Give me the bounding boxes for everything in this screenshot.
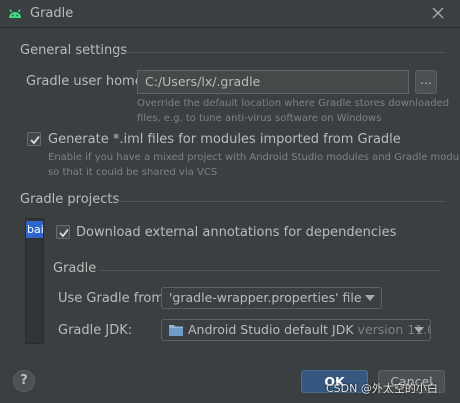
gradle-user-home-hint: Override the default location where Grad… <box>137 98 450 109</box>
gradle-projects-list[interactable]: bai <box>25 218 44 344</box>
gradle-user-home-input[interactable]: C:/Users/lx/.gradle <box>137 70 409 94</box>
generate-iml-hint: Enable if you have a mixed project with … <box>48 152 460 163</box>
check-icon <box>59 228 69 238</box>
folder-icon <box>169 325 183 336</box>
use-gradle-from-label: Use Gradle from: <box>58 291 169 306</box>
help-button[interactable]: ? <box>13 370 35 392</box>
gradle-projects-divider <box>112 201 445 202</box>
chevron-down-icon <box>365 295 375 301</box>
use-gradle-from-value: 'gradle-wrapper.properties' file <box>169 290 362 305</box>
window-title: Gradle <box>30 6 74 21</box>
gradle-jdk-value: Android Studio default JDK <box>188 322 354 337</box>
browse-button[interactable]: ... <box>415 70 437 94</box>
general-settings-divider <box>115 52 445 53</box>
watermark: CSDN @外太空的小白 <box>326 382 438 395</box>
android-icon <box>9 9 21 18</box>
gradle-projects-title: Gradle projects <box>20 192 120 207</box>
gradle-user-home-hint: files, e.g. to tune anti-virus software … <box>137 113 382 124</box>
gradle-subtitle: Gradle <box>53 261 97 276</box>
use-gradle-from-select[interactable]: 'gradle-wrapper.properties' file <box>161 287 382 309</box>
generate-iml-hint: so that it could be shared via VCS <box>48 167 218 178</box>
gradle-jdk-select[interactable]: Android Studio default JDK version 11.0.… <box>161 319 431 341</box>
generate-iml-label: Generate *.iml files for modules importe… <box>48 132 401 147</box>
general-settings-title: General settings <box>20 43 128 58</box>
download-annotations-label: Download external annotations for depend… <box>76 225 397 240</box>
generate-iml-checkbox[interactable] <box>27 132 41 146</box>
check-icon <box>30 135 40 145</box>
gradle-subtitle-divider <box>100 270 440 271</box>
gradle-jdk-label: Gradle JDK: <box>58 323 133 338</box>
download-annotations-checkbox[interactable] <box>56 225 70 239</box>
chevron-down-icon <box>414 327 424 333</box>
gradle-user-home-label: Gradle user home: <box>26 74 148 89</box>
project-list-item[interactable]: bai <box>26 221 43 238</box>
close-icon[interactable] <box>430 5 446 21</box>
